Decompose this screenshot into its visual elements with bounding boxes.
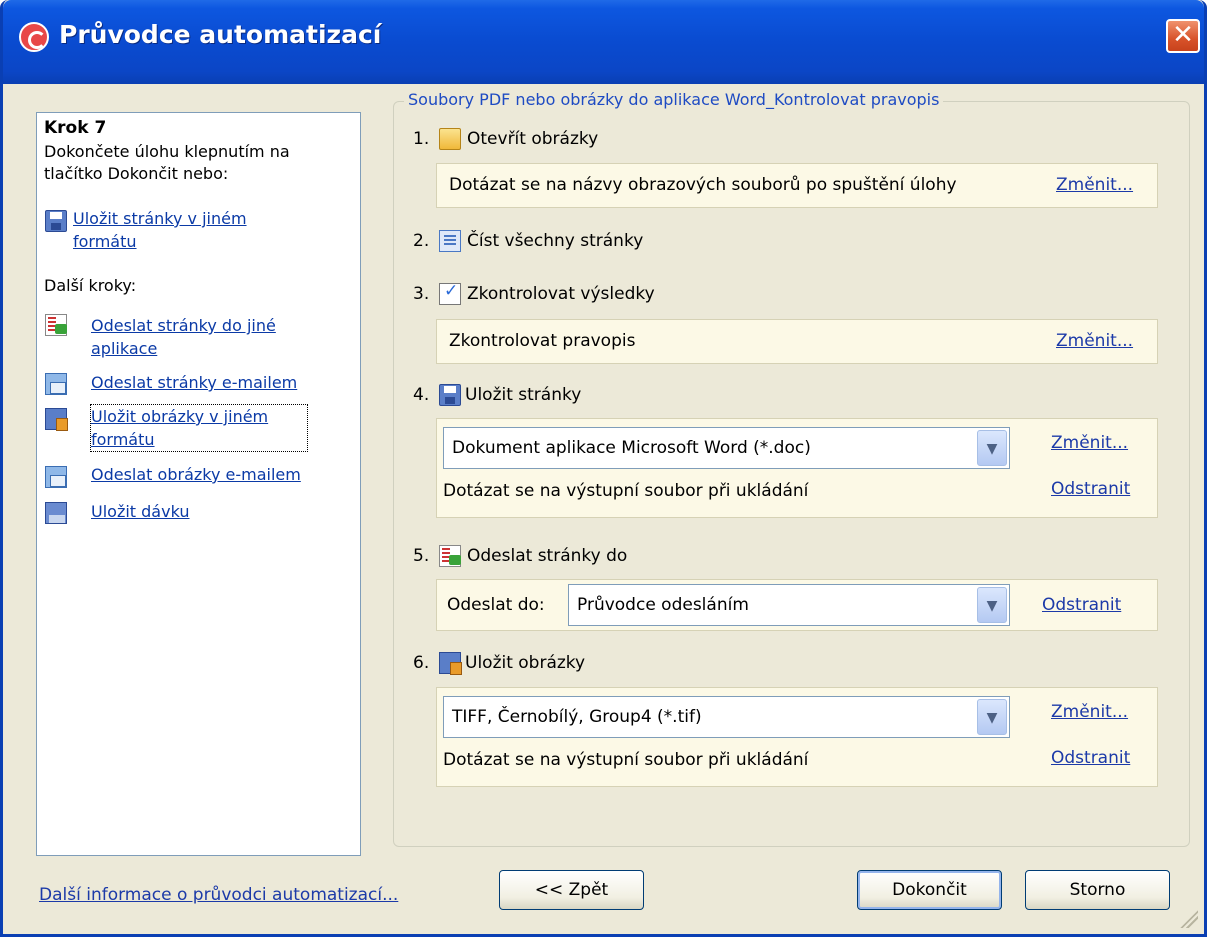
step-3-change-link[interactable]: Změnit... [1056, 331, 1133, 351]
step-5-panel: Odeslat do: Průvodce odesláním ▼ Odstran… [436, 579, 1158, 631]
step-3-panel: Zkontrolovat pravopis Změnit... [436, 319, 1158, 364]
send-images-mail-icon [45, 466, 67, 488]
step-5-header: 5. Odeslat stránky do [413, 545, 627, 567]
save-pages-icon [439, 384, 461, 406]
save-pages-format-link[interactable]: Uložit stránky v jiném formátu [73, 207, 273, 253]
send-mail-icon [45, 373, 67, 395]
task-name-legend: Soubory PDF nebo obrázky do aplikace Wor… [404, 90, 944, 109]
save-images-icon [439, 652, 462, 675]
step-5-number: 5. [413, 546, 430, 566]
page-format-value: Dokument aplikace Microsoft Word (*.doc) [452, 438, 811, 458]
send-target-select[interactable]: Průvodce odesláním ▼ [568, 584, 1010, 626]
step-4-remove-link[interactable]: Odstranit [1051, 479, 1130, 499]
step-4-label: Uložit stránky [465, 385, 582, 405]
save-batch-icon [45, 502, 67, 524]
step-6-change-link[interactable]: Změnit... [1051, 702, 1128, 722]
step-description: Dokončete úlohu klepnutím na tlačítko Do… [44, 142, 290, 183]
resize-grip-icon[interactable] [1180, 910, 1198, 928]
check-results-icon [439, 281, 461, 305]
step-4-change-link[interactable]: Změnit... [1051, 433, 1128, 453]
send-pages-mail-link[interactable]: Odeslat stránky e-mailem [91, 371, 297, 394]
image-format-select[interactable]: TIFF, Černobílý, Group4 (*.tif) ▼ [443, 696, 1010, 738]
send-to-icon [439, 545, 461, 567]
step-6-desc: Dotázat se na výstupní soubor při ukládá… [443, 750, 809, 770]
window-title: Průvodce automatizací [59, 20, 382, 49]
step-2-header: 2. Číst všechny stránky [413, 230, 643, 252]
send-pages-icon [45, 314, 67, 336]
step-1-header: 1. Otevřít obrázky [413, 128, 598, 150]
save-batch-link[interactable]: Uložit dávku [91, 500, 190, 523]
step-3-label: Zkontrolovat výsledky [467, 284, 655, 304]
send-target-value: Průvodce odesláním [577, 595, 749, 615]
close-button[interactable]: ✕ [1166, 19, 1200, 53]
step-3-number: 3. [413, 284, 430, 304]
step-6-remove-link[interactable]: Odstranit [1051, 748, 1130, 768]
step-3-header: 3. Zkontrolovat výsledky [413, 281, 655, 305]
step-6-number: 6. [413, 653, 430, 673]
step-1-panel: Dotázat se na názvy obrazových souborů p… [436, 163, 1158, 208]
image-format-value: TIFF, Černobílý, Group4 (*.tif) [452, 707, 702, 727]
step-1-label: Otevřít obrázky [467, 129, 599, 149]
read-pages-icon [439, 230, 461, 252]
open-folder-icon [439, 128, 461, 150]
chevron-down-icon[interactable]: ▼ [977, 587, 1007, 623]
step-1-change-link[interactable]: Změnit... [1056, 175, 1133, 195]
automation-wizard-window: Průvodce automatizací ✕ Krok 7 Dokončete… [0, 0, 1207, 937]
page-format-select[interactable]: Dokument aplikace Microsoft Word (*.doc)… [443, 427, 1010, 469]
cancel-button[interactable]: Storno [1025, 870, 1170, 910]
title-bar[interactable]: Průvodce automatizací ✕ [3, 0, 1204, 84]
step-2-number: 2. [413, 231, 430, 251]
step-2-label: Číst všechny stránky [467, 231, 644, 251]
save-images-format-link[interactable]: Uložit obrázky v jiném formátu [90, 404, 308, 452]
step-5-remove-link[interactable]: Odstranit [1042, 595, 1121, 615]
step-6-header: 6. Uložit obrázky [413, 652, 586, 675]
step-3-desc: Zkontrolovat pravopis [449, 331, 636, 351]
step-6-panel: TIFF, Černobílý, Group4 (*.tif) ▼ Změnit… [436, 687, 1158, 787]
task-panel: Krok 7 Dokončete úlohu klepnutím na tlač… [36, 112, 361, 856]
step-1-desc: Dotázat se na názvy obrazových souborů p… [449, 175, 957, 195]
app-logo-icon [19, 22, 49, 52]
step-title: Krok 7 [44, 118, 107, 138]
back-button[interactable]: << Zpět [499, 870, 644, 910]
step-4-header: 4. Uložit stránky [413, 384, 581, 406]
save-images-icon [45, 408, 68, 431]
chevron-down-icon[interactable]: ▼ [977, 430, 1007, 466]
floppy-save-icon [45, 210, 67, 232]
send-images-mail-link[interactable]: Odeslat obrázky e-mailem [91, 463, 301, 486]
step-6-label: Uložit obrázky [465, 653, 586, 673]
step-4-panel: Dokument aplikace Microsoft Word (*.doc)… [436, 418, 1158, 518]
chevron-down-icon[interactable]: ▼ [977, 699, 1007, 735]
send-pages-app-link[interactable]: Odeslat stránky do jiné aplikace [91, 314, 331, 360]
step-4-number: 4. [413, 385, 430, 405]
step-5-label: Odeslat stránky do [467, 546, 628, 566]
wizard-info-link[interactable]: Další informace o průvodci automatizací.… [39, 885, 398, 905]
next-steps-label: Další kroky: [44, 276, 137, 295]
send-to-label: Odeslat do: [447, 595, 545, 615]
step-4-desc: Dotázat se na výstupní soubor při ukládá… [443, 481, 809, 501]
finish-button[interactable]: Dokončit [857, 870, 1002, 910]
step-1-number: 1. [413, 129, 430, 149]
